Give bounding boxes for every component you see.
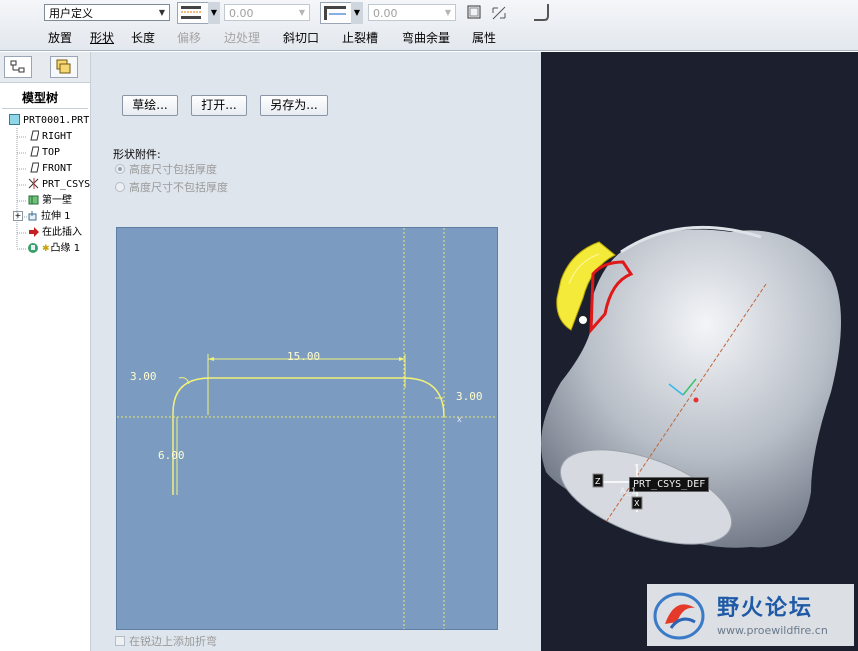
tab-model-tree[interactable] [4, 56, 32, 78]
sketch-button[interactable]: 草绘... [122, 95, 178, 116]
axis-a1-label: A_1 [620, 487, 637, 497]
tree-item-label: RIGHT [42, 131, 73, 142]
forum-watermark: 野火论坛 www.proewildfire.cn [647, 584, 854, 646]
tree-tab-bar [0, 52, 90, 83]
dim-right-radius[interactable]: 3.00 [456, 390, 483, 403]
tab-0[interactable]: 放置 [48, 31, 72, 45]
option-label: 高度尺寸不包括厚度 [129, 181, 228, 194]
flange-type-select[interactable]: 用户定义 ▼ [44, 4, 170, 21]
chevron-down-icon[interactable]: ▼ [351, 2, 363, 24]
flange-feature-icon [28, 243, 38, 253]
tree-item-label: PRT_CSYS_DEF [42, 179, 90, 190]
dim-left-radius[interactable]: 3.00 [130, 370, 157, 383]
radio-selected-icon [115, 164, 125, 174]
forum-logo-icon [653, 592, 705, 640]
tree-item-flange[interactable]: ✱凸缘 1 [28, 242, 90, 256]
y-axis-label: Y [634, 463, 639, 472]
relief-value-field[interactable]: 0.00 ▼ [368, 4, 456, 21]
bend-position-button[interactable] [320, 2, 352, 24]
tree-item-label: 第一壁 [42, 195, 72, 206]
flange-type-value: 用户定义 [49, 7, 93, 20]
insert-arrow-icon [29, 227, 39, 237]
tree-item-label: FRONT [42, 163, 73, 174]
tab-7[interactable]: 弯曲余量 [402, 31, 450, 45]
tree-title: 模型树 [22, 91, 59, 105]
bend-radius-icon[interactable] [530, 2, 550, 22]
tab-4[interactable]: 边处理 [224, 31, 260, 45]
tree-item-part[interactable]: PRT0001.PRT [9, 114, 90, 128]
dim-top-length[interactable]: 15.00 [287, 350, 320, 363]
chevron-down-icon: ▼ [158, 8, 166, 17]
feature-dashboard: 用户定义 ▼ ▼ 0.00 ▼ ▼ 0.00 ▼ 放置 形状 长度 偏移 边处理 斜切口 止… [0, 0, 858, 51]
checkbox-icon [115, 636, 125, 646]
tree-item-label: TOP [42, 147, 61, 158]
tree-item-extrude[interactable]: + 拉伸 1 [13, 210, 71, 224]
model-3d-render: Z X [541, 225, 841, 548]
layers-icon [56, 59, 71, 74]
option-exclude-thickness[interactable]: 高度尺寸不包括厚度 [115, 179, 228, 195]
bend-position-icon [324, 6, 346, 20]
flip-direction-icon[interactable] [490, 4, 508, 22]
open-button[interactable]: 打开... [191, 95, 247, 116]
offset-value-field[interactable]: 0.00 ▼ [224, 4, 310, 21]
chevron-down-icon: ▼ [444, 8, 452, 17]
tab-2[interactable]: 长度 [131, 31, 155, 45]
tab-8[interactable]: 属性 [472, 31, 496, 45]
shape-sketch-preview: x 15.00 3.00 3.00 6.00 [116, 227, 498, 630]
sharp-edge-bend-option[interactable]: 在锐边上添加折弯 [115, 633, 217, 649]
relief-value: 0.00 [373, 7, 398, 20]
tree-item-csys[interactable]: PRT_CSYS_DEF [28, 178, 90, 192]
tree-structure-icon [10, 60, 25, 73]
datum-plane-icon [30, 146, 39, 157]
pending-star-icon: ✱ [42, 244, 50, 254]
sheetmetal-wall-icon [28, 195, 39, 205]
dim-height[interactable]: 6.00 [158, 449, 185, 462]
sketch-geometry: x [117, 228, 497, 629]
save-as-button[interactable]: 另存为... [260, 95, 328, 116]
tree-item-right[interactable]: RIGHT [28, 130, 72, 144]
tree-item-label: 在此插入 [42, 227, 82, 238]
tab-6[interactable]: 止裂槽 [342, 31, 378, 45]
shape-attachment-label: 形状附件: [113, 148, 161, 161]
svg-text:x: x [457, 415, 462, 424]
expand-icon[interactable]: + [13, 211, 23, 221]
watermark-title: 野火论坛 [717, 596, 814, 621]
extrude-icon [28, 211, 37, 221]
offset-value: 0.00 [229, 7, 254, 20]
chevron-down-icon[interactable]: ▼ [208, 2, 220, 24]
tab-3[interactable]: 偏移 [177, 31, 201, 45]
tree-item-label: 拉伸 1 [41, 211, 71, 222]
datum-plane-icon [30, 130, 39, 141]
csys-label: PRT_CSYS_DEF [629, 477, 710, 492]
tab-layer-tree[interactable] [50, 56, 78, 78]
chevron-down-icon: ▼ [298, 8, 306, 17]
tree-item-first-wall[interactable]: 第一壁 [28, 194, 72, 208]
x-axis-label: X [634, 499, 640, 508]
tab-1[interactable]: 形状 [90, 31, 114, 45]
offset-type-button[interactable] [177, 2, 209, 24]
option-label: 高度尺寸包括厚度 [129, 163, 217, 176]
tree-item-label: 凸缘 1 [50, 243, 81, 254]
tree-item-insert-here[interactable]: 在此插入 [28, 226, 90, 240]
coordinate-system-icon [28, 178, 39, 189]
offset-edge-icon [181, 6, 201, 19]
tab-5[interactable]: 斜切口 [283, 31, 319, 45]
tree-item-label: PRT0001.PRT [23, 115, 90, 126]
svg-text:Z: Z [595, 477, 601, 486]
option-include-thickness[interactable]: 高度尺寸包括厚度 [115, 161, 217, 177]
graphics-viewport[interactable]: Z X PRT_CSYS_DEF A_1 Y [541, 52, 858, 651]
model-tree-panel: 模型树 PRT0001.PRT RIGHT TOP FRONT PRT_CSYS… [0, 52, 91, 651]
option-label: 在锐边上添加折弯 [129, 635, 217, 648]
datum-plane-icon [30, 162, 39, 173]
tree-item-top[interactable]: TOP [28, 146, 60, 160]
part-icon [9, 114, 20, 125]
watermark-url: www.proewildfire.cn [717, 624, 828, 637]
radio-icon [115, 182, 125, 192]
thickness-side-icon[interactable] [466, 4, 484, 22]
tree-item-front[interactable]: FRONT [28, 162, 72, 176]
